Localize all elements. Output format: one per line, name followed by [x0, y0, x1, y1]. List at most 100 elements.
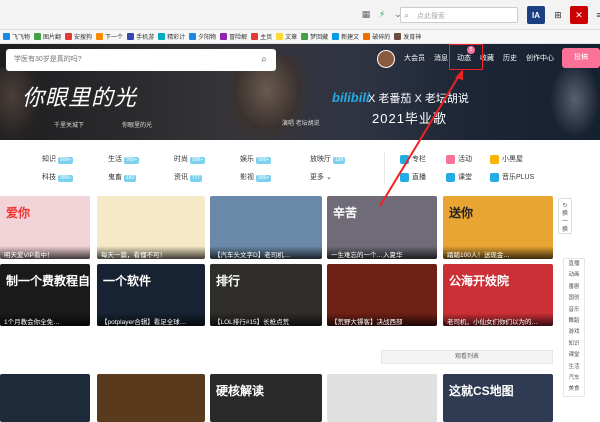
side-nav-item[interactable]: 游戏: [564, 327, 584, 338]
bookmark-label: 图片翻: [43, 35, 62, 41]
video-card[interactable]: 排行 【LOL排行#15】长枪点荒: [210, 264, 322, 326]
video-title: 【汽车头文字D】老司机…: [210, 246, 322, 259]
bookmark-item[interactable]: 图片翻: [34, 32, 61, 41]
bookmark-item[interactable]: 夕阳物: [189, 32, 216, 41]
bookmark-item[interactable]: 破碎的: [363, 32, 390, 41]
bookmark-icon: [332, 33, 340, 40]
side-nav-item[interactable]: 知识: [564, 339, 584, 350]
bookmark-item[interactable]: 飞飞物: [3, 32, 30, 41]
video-card[interactable]: 送你 踏踏100人！送现金…: [443, 196, 553, 259]
header-nav-item[interactable]: 消息: [434, 53, 448, 63]
side-nav-item[interactable]: 番剧: [564, 282, 584, 293]
banner-credit: 演唱 老坛胡说: [282, 121, 320, 127]
ia-button[interactable]: IA: [527, 6, 545, 24]
video-card[interactable]: 一个软件 【potplayer合辑】看足全球…: [97, 264, 205, 326]
bookmark-item[interactable]: 手机游: [127, 32, 154, 41]
bookmark-icon: [3, 33, 10, 40]
bookmark-item[interactable]: 安搜狗: [65, 32, 92, 41]
watch-list-button[interactable]: 观看列表: [381, 350, 553, 364]
video-title: 踏踏100人！送现金…: [443, 246, 553, 259]
bookmark-label: 破碎的: [372, 35, 391, 41]
category-item[interactable]: 知识 999+: [42, 154, 74, 164]
category-item[interactable]: 科技 999+: [42, 172, 74, 182]
side-nav-item[interactable]: 生活: [564, 362, 584, 373]
category-count: 199: [333, 157, 346, 164]
bookmark-item[interactable]: 文章: [276, 32, 297, 41]
special-channel[interactable]: 课堂: [446, 172, 472, 182]
bookmark-item[interactable]: 下一个: [96, 32, 123, 41]
video-title: 【LOL排行#15】长枪点荒: [210, 313, 322, 326]
video-card[interactable]: 硬核解读: [210, 374, 322, 422]
bookmark-label: 发育神: [403, 35, 422, 41]
grid-icon[interactable]: ⊞: [549, 6, 567, 24]
category-item[interactable]: 影视 999+: [240, 172, 272, 182]
bookmark-label: 主页: [260, 35, 273, 41]
category-item[interactable]: 生活 999+: [108, 154, 140, 164]
side-nav-item[interactable]: 音乐: [564, 305, 584, 316]
category-count: 777: [190, 175, 203, 182]
video-card[interactable]: 每天一篇，看懂不可！: [97, 196, 205, 259]
bookmark-icon: [276, 33, 284, 40]
video-card[interactable]: [97, 374, 205, 422]
menu-icon[interactable]: ≡: [590, 6, 600, 24]
channel-icon: [446, 172, 455, 182]
lightning-icon[interactable]: ⚡: [376, 8, 388, 20]
category-count: 999+: [58, 157, 74, 164]
category-item[interactable]: 时尚 999+: [174, 154, 206, 164]
browser-search-box[interactable]: ⌕ 点此搜索: [400, 7, 518, 23]
category-item[interactable]: 资讯 777: [174, 172, 203, 182]
bookmark-item[interactable]: 精彩计: [158, 32, 185, 41]
special-channel[interactable]: 直播: [400, 172, 426, 182]
header-nav-item[interactable]: 大会员: [404, 53, 425, 63]
avatar[interactable]: [377, 50, 395, 68]
special-channel[interactable]: 小黑屋: [490, 154, 523, 164]
site-search-box[interactable]: ⌕: [6, 49, 276, 71]
category-item[interactable]: 鬼畜 182: [108, 172, 137, 182]
video-card[interactable]: [327, 374, 437, 422]
video-card[interactable]: 公海开妓院 老司机，小仙女们你们以为的…: [443, 264, 553, 326]
header-nav-item[interactable]: 历史: [503, 53, 517, 63]
site-search-input[interactable]: [6, 49, 246, 69]
category-item[interactable]: 更多 ⌄: [310, 172, 332, 182]
video-thumbnail-text: 一个软件: [103, 274, 152, 288]
channel-icon: [400, 154, 409, 164]
video-card[interactable]: 【汽车头文字D】老司机…: [210, 196, 322, 259]
side-nav-item[interactable]: 直播: [564, 259, 584, 270]
side-nav-item[interactable]: 动画: [564, 270, 584, 281]
video-card[interactable]: 辛苦 一生难忘的一个…入夏华: [327, 196, 437, 259]
bookmark-item[interactable]: 梦回藏: [301, 32, 328, 41]
side-nav-item[interactable]: 汽车: [564, 373, 584, 384]
video-card[interactable]: [0, 374, 90, 422]
bookmark-item[interactable]: 发育神: [394, 32, 421, 41]
side-nav-item[interactable]: 国创: [564, 293, 584, 304]
category-item[interactable]: 放映厅 199: [310, 154, 346, 164]
bookmark-label: 下一个: [105, 35, 124, 41]
video-card[interactable]: 【荒野大镖客】决战西部: [327, 264, 437, 326]
bookmark-item[interactable]: 冒险解: [220, 32, 247, 41]
side-nav-item[interactable]: 课堂: [564, 350, 584, 361]
upload-button[interactable]: 投稿: [562, 48, 600, 68]
video-card[interactable]: 爱你 明天爱VIP看中！: [0, 196, 90, 259]
search-icon[interactable]: ⌕: [256, 52, 272, 68]
header-nav-item[interactable]: 创作中心: [526, 53, 554, 63]
bookmark-label: 文章: [285, 35, 298, 41]
side-nav-item[interactable]: 美食: [564, 384, 584, 395]
special-channel[interactable]: 音乐PLUS: [490, 172, 534, 182]
special-channel[interactable]: 专栏: [400, 154, 426, 164]
close-icon[interactable]: ✕: [570, 6, 588, 24]
side-nav-item[interactable]: 舞蹈: [564, 316, 584, 327]
grid-icon[interactable]: ▦: [360, 8, 372, 20]
bookmark-item[interactable]: 主页: [251, 32, 272, 41]
video-card[interactable]: 这就CS地图: [443, 374, 553, 422]
channel-label: 专栏: [412, 156, 426, 163]
category-item[interactable]: 娱乐 999+: [240, 154, 272, 164]
bookmark-item[interactable]: 新建文: [332, 32, 359, 41]
channel-icon: [400, 172, 409, 182]
video-card[interactable]: 制一个费教程自学网 1个月教会你全免…: [0, 264, 90, 326]
bookmark-icon: [220, 33, 228, 40]
special-channel[interactable]: 活动: [446, 154, 472, 164]
banner-song-title: 2021毕业歌: [372, 111, 447, 126]
bookmark-icon: [251, 33, 259, 40]
search-icon: ⌕: [404, 10, 410, 20]
refresh-button[interactable]: ↻ 换一换: [558, 198, 572, 234]
